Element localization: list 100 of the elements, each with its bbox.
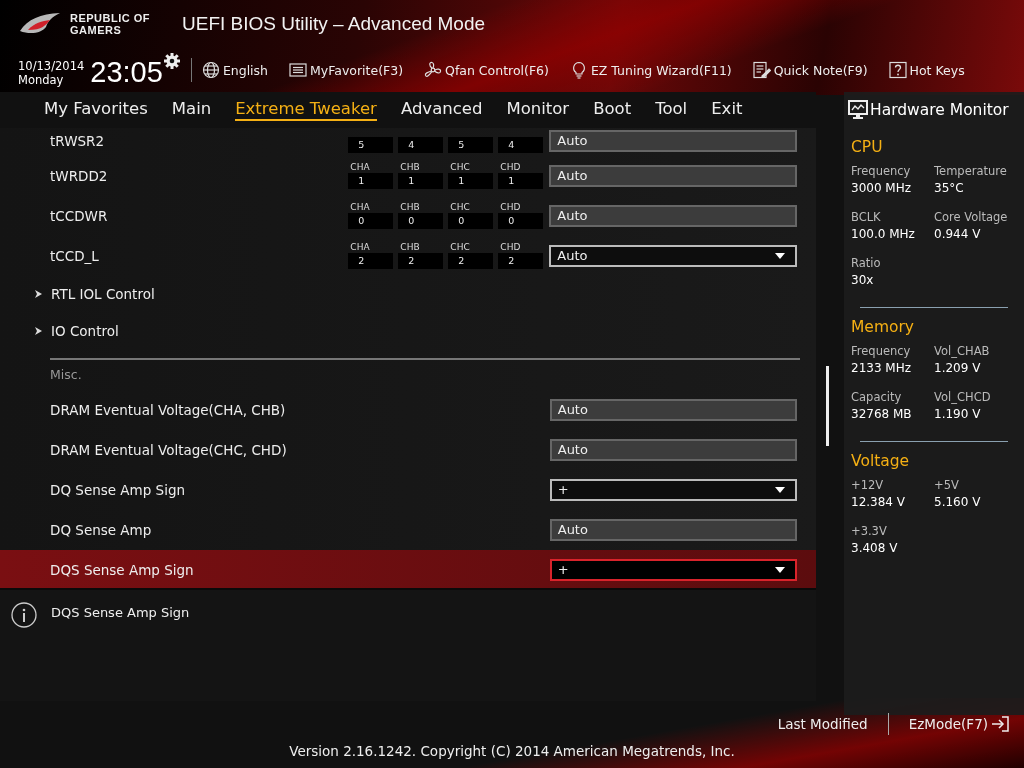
stat-label: BCLK bbox=[851, 210, 882, 224]
submenu-link[interactable]: IO Control bbox=[0, 312, 816, 350]
channel-value: 1 bbox=[498, 173, 544, 190]
date-text: 10/13/2014 bbox=[18, 59, 85, 73]
monitor-icon bbox=[848, 100, 868, 120]
tab[interactable]: Boot bbox=[593, 98, 632, 121]
tab[interactable]: Exit bbox=[711, 98, 743, 121]
setting-label: DRAM Eventual Voltage(CHA, CHB) bbox=[50, 401, 287, 418]
toolbar-button[interactable]: MyFavorite(F3) bbox=[289, 61, 404, 79]
channel-value: 1 bbox=[448, 173, 494, 190]
stat-value: 32768 MB bbox=[851, 407, 913, 421]
caret-icon bbox=[775, 486, 785, 493]
stat-label: Vol_CHCD bbox=[934, 390, 992, 404]
tab[interactable]: Monitor bbox=[506, 98, 570, 121]
stat-label: Core Voltage bbox=[934, 210, 1009, 224]
window-title: UEFI BIOS Utility – Advanced Mode bbox=[182, 13, 486, 35]
toolbar-button[interactable]: Qfan Control(F6) bbox=[424, 61, 549, 79]
setting-label: DRAM Eventual Voltage(CHC, CHD) bbox=[50, 441, 288, 458]
channel-value: 2 bbox=[348, 253, 394, 270]
stat-label: +5V bbox=[934, 478, 960, 492]
toolbar-button[interactable]: English bbox=[201, 61, 268, 79]
ez-mode-button[interactable]: EzMode(F7) bbox=[908, 715, 1010, 733]
submenu-link[interactable]: RTL IOL Control bbox=[0, 275, 816, 313]
stat-value: 3.408 V bbox=[851, 541, 899, 555]
tab[interactable]: Tool bbox=[655, 98, 688, 121]
clock-time: 23:05 bbox=[90, 55, 163, 89]
value-field[interactable]: Auto bbox=[549, 129, 797, 152]
note-icon bbox=[752, 61, 771, 79]
channel-value: 1 bbox=[398, 173, 444, 190]
stat-label: Capacity bbox=[851, 390, 903, 404]
channel-value: 5 bbox=[348, 136, 394, 153]
tab[interactable]: Extreme Tweaker bbox=[235, 98, 377, 121]
toolbar-button[interactable]: EZ Tuning Wizard(F11) bbox=[569, 61, 732, 79]
setting-label: DQ Sense Amp bbox=[50, 521, 153, 538]
stat-label: Frequency bbox=[851, 344, 912, 358]
stat-label: Ratio bbox=[851, 256, 882, 270]
channel-label: CHD bbox=[499, 162, 522, 174]
section-heading: Memory bbox=[851, 318, 916, 336]
stat-label: +3.3V bbox=[851, 524, 888, 538]
day-text: Monday bbox=[18, 73, 65, 87]
caret-icon bbox=[775, 252, 785, 259]
list-icon bbox=[289, 61, 307, 79]
channel-value: 5 bbox=[448, 136, 494, 153]
setting-label: tCCD_L bbox=[50, 247, 100, 264]
stat-value: 2133 MHz bbox=[851, 361, 913, 375]
setting-label: DQ Sense Amp Sign bbox=[50, 481, 187, 498]
value-field[interactable]: Auto bbox=[549, 398, 797, 421]
dropdown[interactable]: Auto bbox=[549, 244, 797, 267]
value-field[interactable]: Auto bbox=[549, 164, 797, 187]
channel-label: CHC bbox=[449, 242, 471, 254]
section-heading: CPU bbox=[851, 138, 884, 156]
panel-title: Hardware Monitor bbox=[870, 101, 1009, 119]
stat-value: 35°C bbox=[934, 181, 965, 195]
exit-icon bbox=[990, 715, 1010, 733]
channel-value: 0 bbox=[348, 213, 394, 230]
setting-label: tCCDWR bbox=[50, 207, 109, 224]
channel-value: 0 bbox=[498, 213, 544, 230]
version-text: Version 2.16.1242. Copyright (C) 2014 American Megatrends, Inc. bbox=[289, 743, 735, 759]
stat-label: Frequency bbox=[851, 164, 912, 178]
stat-label: Temperature bbox=[934, 164, 1008, 178]
stat-value: 12.384 V bbox=[851, 495, 906, 509]
stat-label: Vol_CHAB bbox=[934, 344, 991, 358]
dropdown[interactable]: + bbox=[549, 558, 797, 581]
toolbar-button[interactable]: Hot Keys bbox=[888, 61, 965, 79]
last-modified-button[interactable]: Last Modified bbox=[777, 716, 868, 732]
channel-label: CHD bbox=[499, 242, 522, 254]
stat-value: 3000 MHz bbox=[851, 181, 913, 195]
channel-value: 2 bbox=[498, 253, 544, 270]
stat-value: 1.209 V bbox=[934, 361, 982, 375]
channel-label: CHB bbox=[399, 162, 421, 174]
setting-label: tRWSR2 bbox=[50, 132, 105, 149]
channel-label: CHD bbox=[499, 202, 522, 214]
channel-label: CHA bbox=[349, 242, 371, 254]
help-icon bbox=[888, 61, 907, 79]
setting-label: tWRDD2 bbox=[50, 167, 109, 184]
value-field[interactable]: Auto bbox=[549, 518, 797, 541]
help-text: DQS Sense Amp Sign bbox=[51, 604, 190, 620]
stat-label: +12V bbox=[851, 478, 885, 492]
channel-value: 4 bbox=[398, 136, 444, 153]
value-field[interactable]: Auto bbox=[549, 438, 797, 461]
value-field[interactable]: Auto bbox=[549, 204, 797, 227]
channel-value: 2 bbox=[398, 253, 444, 270]
channel-value: 4 bbox=[498, 136, 544, 153]
stat-value: 1.190 V bbox=[934, 407, 982, 421]
stat-value: 30x bbox=[851, 273, 875, 287]
dropdown[interactable]: + bbox=[549, 478, 797, 501]
tab[interactable]: Advanced bbox=[400, 98, 483, 121]
channel-value: 0 bbox=[398, 213, 444, 230]
info-icon bbox=[11, 601, 37, 628]
tab[interactable]: Main bbox=[171, 98, 212, 121]
channel-label: CHA bbox=[349, 162, 371, 174]
toolbar-button[interactable]: Quick Note(F9) bbox=[752, 61, 868, 79]
scrollbar[interactable] bbox=[826, 366, 829, 446]
caret-icon bbox=[775, 566, 785, 573]
channel-label: CHC bbox=[449, 202, 471, 214]
chevron-icon bbox=[35, 327, 42, 336]
setting-label: DQS Sense Amp Sign bbox=[50, 561, 195, 578]
tab[interactable]: My Favorites bbox=[44, 98, 148, 121]
channel-label: CHA bbox=[349, 202, 371, 214]
logo-text: REPUBLIC OF GAMERS bbox=[70, 12, 152, 36]
